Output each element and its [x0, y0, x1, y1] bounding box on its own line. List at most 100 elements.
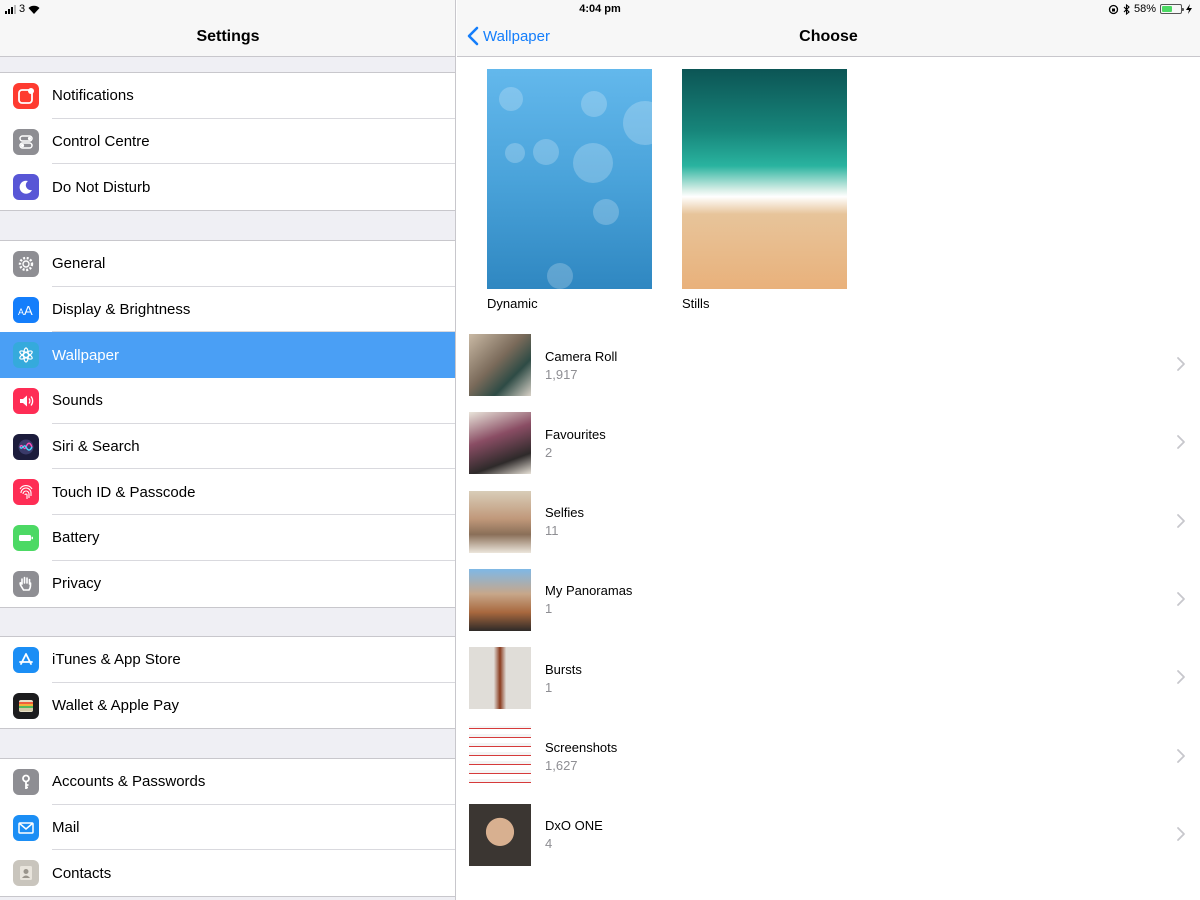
settings-item-label: Mail — [52, 819, 80, 837]
settings-item-notifications[interactable]: Notifications — [0, 73, 455, 119]
album-row-favourites[interactable]: Favourites 2 — [469, 410, 1200, 476]
settings-item-do-not-disturb[interactable]: Do Not Disturb — [0, 164, 455, 210]
contacts-icon — [13, 860, 39, 887]
settings-item-label: Notifications — [52, 87, 134, 105]
key-icon — [13, 768, 39, 795]
settings-group-device: General A A Display & Brightness Wallpaper So… — [0, 240, 455, 608]
settings-item-general[interactable]: General — [0, 241, 455, 287]
battery-percent: 58% — [1133, 3, 1156, 15]
gear-icon — [13, 250, 39, 277]
settings-group-accounts: Accounts & Passwords Mail Contacts — [0, 758, 455, 898]
album-name: Screenshots — [545, 740, 618, 755]
album-thumbnail — [469, 725, 531, 788]
settings-item-display-brightness[interactable]: A A Display & Brightness — [0, 287, 455, 333]
settings-item-label: Siri & Search — [52, 438, 140, 456]
settings-item-sounds[interactable]: Sounds — [0, 378, 455, 424]
settings-item-label: Accounts & Passwords — [52, 773, 206, 791]
settings-item-label: iTunes & App Store — [52, 651, 181, 669]
status-right: 58% — [1108, 3, 1192, 15]
settings-item-battery[interactable]: Battery — [0, 515, 455, 561]
fingerprint-icon — [13, 479, 39, 506]
chevron-right-icon — [1177, 826, 1185, 841]
album-info: Selfies 11 — [545, 505, 584, 538]
settings-item-label: Privacy — [52, 575, 102, 593]
chevron-right-icon — [1177, 748, 1185, 763]
wallpaper-flower-icon — [13, 342, 39, 369]
settings-pane: Settings Notifications Control Centre Do N… — [0, 0, 456, 900]
settings-item-label: Control Centre — [52, 133, 150, 151]
chevron-right-icon — [1177, 591, 1185, 606]
choose-pane: Wallpaper Choose Dynamic Stills Camera R… — [457, 0, 1200, 900]
envelope-icon — [13, 814, 39, 841]
album-count: 1 — [545, 601, 553, 617]
album-row-my-panoramas[interactable]: My Panoramas 1 — [469, 567, 1200, 633]
album-thumbnail — [469, 412, 531, 475]
stills-wallpaper-thumbnail[interactable] — [682, 69, 847, 289]
album-name: Favourites — [545, 426, 606, 442]
choose-title: Choose — [799, 28, 858, 45]
album-count: 4 — [545, 836, 553, 852]
orientation-lock-icon — [1108, 4, 1119, 14]
album-thumbnail — [469, 568, 531, 631]
settings-group-alerts: Notifications Control Centre Do Not Distur… — [0, 72, 455, 212]
notifications-icon — [13, 82, 39, 109]
album-count: 1,917 — [545, 366, 578, 382]
charging-bolt-icon — [1186, 4, 1192, 14]
album-info: DxO ONE 4 — [545, 818, 603, 851]
album-info: Bursts 1 — [545, 662, 582, 695]
bluetooth-icon — [1123, 3, 1130, 15]
settings-item-privacy[interactable]: Privacy — [0, 561, 455, 607]
album-row-screenshots[interactable]: Screenshots 1,627 — [469, 724, 1200, 790]
hand-icon — [13, 570, 39, 597]
settings-title: Settings — [196, 28, 260, 45]
album-thumbnail — [469, 334, 531, 396]
settings-item-wallet-apple-pay[interactable]: Wallet & Apple Pay — [0, 683, 455, 729]
settings-item-label: Wallpaper — [52, 346, 119, 364]
wallpaper-dynamic[interactable]: Dynamic — [487, 69, 652, 311]
chevron-right-icon — [1177, 435, 1185, 450]
album-name: Selfies — [545, 505, 585, 521]
moon-icon — [13, 174, 39, 201]
dynamic-wallpaper-thumbnail[interactable] — [487, 69, 652, 289]
album-count: 1,627 — [545, 758, 578, 773]
album-row-dxo-one[interactable]: DxO ONE 4 — [469, 802, 1200, 868]
settings-item-label: Display & Brightness — [52, 301, 191, 319]
stills-label: Stills — [682, 296, 710, 311]
battery-level-fill — [1162, 6, 1173, 12]
text-size-icon: AA — [13, 296, 39, 323]
settings-item-label: General — [52, 255, 106, 273]
album-thumbnail — [469, 647, 531, 710]
settings-item-touch-id-passcode[interactable]: Touch ID & Passcode — [0, 469, 455, 516]
status-bar: 3 4:04 pm 58% — [0, 0, 1200, 18]
settings-item-itunes-app-store[interactable]: iTunes & App Store — [0, 637, 455, 683]
album-row-bursts[interactable]: Bursts 1 — [469, 645, 1200, 711]
album-count: 11 — [545, 523, 559, 539]
album-info: Camera Roll 1,917 — [545, 349, 617, 382]
settings-item-label: Touch ID & Passcode — [52, 483, 196, 501]
settings-item-wallpaper[interactable]: Wallpaper — [0, 332, 455, 379]
settings-item-contacts[interactable]: Contacts — [0, 850, 455, 896]
album-info: Favourites 2 — [545, 427, 606, 460]
album-name: Camera Roll — [545, 348, 618, 364]
app-store-icon — [13, 646, 39, 673]
chevron-right-icon — [1177, 670, 1185, 685]
settings-item-mail[interactable]: Mail — [0, 805, 455, 851]
settings-item-control-centre[interactable]: Control Centre — [0, 119, 455, 165]
settings-item-accounts-passwords[interactable]: Accounts & Passwords — [0, 759, 455, 805]
album-row-selfies[interactable]: Selfies 11 — [469, 489, 1200, 555]
album-count: 2 — [545, 444, 553, 460]
album-count: 1 — [545, 679, 553, 695]
battery-icon — [13, 524, 39, 551]
album-row-camera-roll[interactable]: Camera Roll 1,917 — [469, 332, 1200, 398]
album-name: DxO ONE — [545, 818, 603, 834]
siri-icon — [13, 433, 39, 460]
album-name: Bursts — [545, 661, 582, 677]
speaker-icon — [13, 387, 39, 414]
settings-item-siri-search[interactable]: Siri & Search — [0, 424, 455, 470]
album-info: Screenshots 1,627 — [545, 740, 617, 773]
wallpaper-stills[interactable]: Stills — [682, 69, 847, 311]
status-time: 4:04 pm — [579, 3, 621, 15]
settings-group-stores: iTunes & App Store Wallet & Apple Pay — [0, 636, 455, 730]
settings-item-label: Wallet & Apple Pay — [52, 697, 180, 715]
battery-icon — [1160, 4, 1184, 14]
